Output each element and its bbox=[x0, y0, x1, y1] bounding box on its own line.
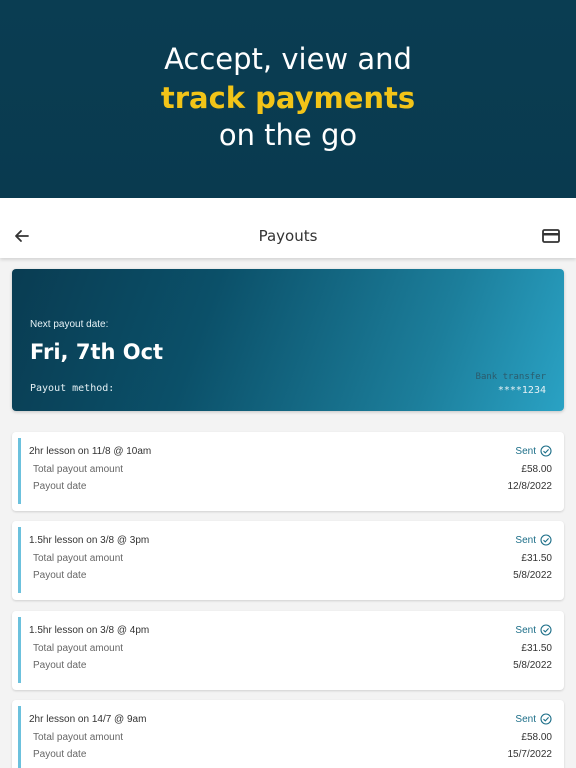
status-text: Sent bbox=[515, 713, 536, 725]
payout-date-label: Payout date bbox=[33, 660, 87, 671]
promo-line-1: Accept, view and bbox=[164, 42, 412, 76]
amount-label: Total payout amount bbox=[33, 553, 124, 564]
amount-label: Total payout amount bbox=[33, 643, 124, 654]
payout-date: 5/8/2022 bbox=[513, 660, 552, 671]
item-accent-bar bbox=[18, 527, 21, 593]
payout-list-item[interactable]: 2hr lesson on 14/7 @ 9am Total payout am… bbox=[12, 700, 564, 768]
payout-method-label: Payout method: bbox=[30, 383, 115, 394]
lesson-title: 1.5hr lesson on 3/8 @ 3pm bbox=[29, 535, 150, 546]
next-payout-card: Next payout date: Fri, 7th Oct Payout me… bbox=[12, 269, 564, 411]
amount-label: Total payout amount bbox=[33, 732, 124, 743]
app-bar: Payouts bbox=[0, 198, 576, 258]
item-accent-bar bbox=[18, 617, 21, 683]
payout-list-item[interactable]: 2hr lesson on 11/8 @ 10am Total payout a… bbox=[12, 432, 564, 511]
payout-amount: £58.00 bbox=[521, 732, 552, 743]
status-badge: Sent bbox=[515, 534, 552, 546]
lesson-title: 1.5hr lesson on 3/8 @ 4pm bbox=[29, 625, 150, 636]
payout-date-label: Payout date bbox=[33, 570, 87, 581]
next-payout-date: Fri, 7th Oct bbox=[30, 340, 164, 364]
payout-amount: £31.50 bbox=[521, 553, 552, 564]
next-payout-label: Next payout date: bbox=[30, 319, 109, 330]
promo-line-2-highlight: track payments bbox=[160, 81, 416, 115]
status-text: Sent bbox=[515, 624, 536, 636]
payout-date-label: Payout date bbox=[33, 481, 87, 492]
payout-list-item[interactable]: 1.5hr lesson on 3/8 @ 3pm Total payout a… bbox=[12, 521, 564, 600]
payout-method-type: Bank transfer bbox=[475, 372, 546, 382]
check-circle-icon bbox=[540, 624, 552, 636]
status-badge: Sent bbox=[515, 445, 552, 457]
payout-amount: £58.00 bbox=[521, 464, 552, 475]
status-text: Sent bbox=[515, 534, 536, 546]
check-circle-icon bbox=[540, 445, 552, 457]
page-title: Payouts bbox=[258, 227, 318, 245]
status-badge: Sent bbox=[515, 713, 552, 725]
payout-list-item[interactable]: 1.5hr lesson on 3/8 @ 4pm Total payout a… bbox=[12, 611, 564, 690]
amount-label: Total payout amount bbox=[33, 464, 124, 475]
promo-line-3: on the go bbox=[218, 118, 358, 152]
payout-date: 15/7/2022 bbox=[507, 749, 553, 760]
item-accent-bar bbox=[18, 706, 21, 768]
credit-card-icon[interactable] bbox=[541, 227, 561, 245]
payout-date: 12/8/2022 bbox=[507, 481, 553, 492]
promo-banner: Accept, view and track payments on the g… bbox=[0, 0, 576, 198]
status-badge: Sent bbox=[515, 624, 552, 636]
lesson-title: 2hr lesson on 11/8 @ 10am bbox=[29, 446, 152, 457]
status-text: Sent bbox=[515, 445, 536, 457]
payout-date: 5/8/2022 bbox=[513, 570, 552, 581]
payout-method-account: ****1234 bbox=[497, 385, 546, 396]
lesson-title: 2hr lesson on 14/7 @ 9am bbox=[29, 714, 147, 725]
payout-date-label: Payout date bbox=[33, 749, 87, 760]
payout-amount: £31.50 bbox=[521, 643, 552, 654]
item-accent-bar bbox=[18, 438, 21, 504]
check-circle-icon bbox=[540, 713, 552, 725]
app-screen: Payouts Next payout date: Fri, 7th Oct P… bbox=[0, 198, 576, 768]
check-circle-icon bbox=[540, 534, 552, 546]
